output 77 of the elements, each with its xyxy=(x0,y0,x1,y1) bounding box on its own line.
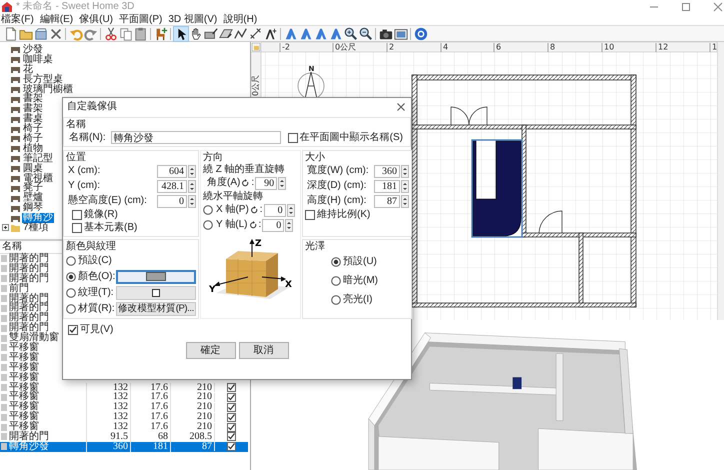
radio-label: 預設(U) xyxy=(343,256,377,268)
radio-label: Y 軸(L) xyxy=(216,219,248,231)
ruler-label: 0公尺 xyxy=(251,74,260,96)
table-cell-text: 開著的門 xyxy=(9,294,50,304)
table-cell-text: 開著的門 xyxy=(9,264,50,274)
checkbox-label: 維持比例(K) xyxy=(317,209,370,221)
group-title: 大小 xyxy=(305,152,326,163)
table-cell: 132 xyxy=(86,412,130,422)
table-cell: 17.6 xyxy=(130,422,170,432)
table-cell: 210 xyxy=(170,382,214,392)
axis-label: X xyxy=(284,280,292,290)
table-cell-text: 平移窗 xyxy=(9,382,40,392)
field-label: 名稱(N): xyxy=(69,132,106,144)
ruler-label: 4 xyxy=(443,42,448,52)
checkbox-label: 在平面圖中顯示名稱(S) xyxy=(300,132,404,144)
table-cell-text: 前門 xyxy=(9,284,30,294)
ruler-label: 8 xyxy=(550,42,556,52)
field-label: 角度(A) xyxy=(207,177,240,189)
table-cell-text: 開著的門 xyxy=(9,254,50,264)
checkbox-label: 基本元素(B) xyxy=(84,222,138,234)
table-cell: 87 xyxy=(170,442,214,452)
ruler-label: 6 xyxy=(496,42,502,52)
radio-label: 顏色(O): xyxy=(78,270,116,282)
checkbox-label: 可見(V) xyxy=(80,324,114,336)
ruler-label: 12 xyxy=(658,42,668,52)
field-label: 懸空高度(E) (cm): xyxy=(67,195,148,207)
table-cell: 132 xyxy=(86,402,130,412)
ruler-label: 10 xyxy=(604,42,614,52)
radio-label: 預設(C) xyxy=(78,254,113,266)
table-cell: 17.6 xyxy=(130,392,170,402)
table-cell: 210 xyxy=(170,412,214,422)
field-label: 深度(D) (cm): xyxy=(306,180,368,192)
table-cell: 210 xyxy=(170,392,214,402)
field-label: 高度(H) (cm): xyxy=(306,195,368,207)
table-cell: 360 xyxy=(86,442,130,452)
table-cell: 17.6 xyxy=(130,412,170,422)
table-cell: 132 xyxy=(86,422,130,432)
radio-label: 暗光(M) xyxy=(343,275,378,287)
window-title: * 未命名 - Sweet Home 3D xyxy=(16,1,134,13)
table-cell-text: 開著的門 xyxy=(9,274,50,284)
axis-label: Z xyxy=(254,239,262,249)
radio-label: 亮光(I) xyxy=(343,294,372,306)
group-title: 光澤 xyxy=(305,241,326,252)
field-label: Y (cm): xyxy=(67,180,102,192)
table-cell: 132 xyxy=(86,392,130,402)
field-label: : xyxy=(251,177,254,189)
field-label: : xyxy=(260,204,263,216)
field-label: 寬度(W) (cm): xyxy=(306,165,370,177)
group-title: 顏色與紋理 xyxy=(66,241,117,252)
axis-label: Y xyxy=(208,285,216,295)
field-label: : xyxy=(258,219,262,231)
dialog-title: 自定義傢俱 xyxy=(67,100,117,112)
table-cell-text: 平移窗 xyxy=(9,343,40,353)
group-title: 位置 xyxy=(66,152,87,163)
table-cell-text: 開著的門 xyxy=(9,432,50,442)
section-label: 繞水平軸旋轉 xyxy=(203,191,264,202)
radio-label: X 軸(P) xyxy=(216,204,249,216)
radio-label: 紋理(T): xyxy=(78,286,115,298)
table-cell: 17.6 xyxy=(130,382,170,392)
table-cell: 210 xyxy=(170,402,214,412)
ruler-label: -2 xyxy=(282,42,290,52)
radio-label: 材質(R): xyxy=(78,302,116,314)
field-label: X (cm): xyxy=(67,165,102,177)
table-cell-text: 平移窗 xyxy=(9,362,40,373)
ruler-label: 0公尺 xyxy=(335,42,356,52)
ruler-label: 1 xyxy=(712,42,717,52)
section-label: 繞 Z 軸的垂直旋轉 xyxy=(203,164,286,175)
table-cell: 132 xyxy=(86,382,130,392)
ruler-label: 2 xyxy=(389,42,394,52)
table-cell: 181 xyxy=(130,442,170,452)
table-cell-text: 平移窗 xyxy=(9,352,40,363)
group-title: 名稱 xyxy=(66,119,87,130)
checkbox-label: 鏡像(R) xyxy=(84,209,118,221)
table-cell: 210 xyxy=(170,422,214,432)
table-cell: 17.6 xyxy=(130,402,170,412)
table-cell-text: 平移窗 xyxy=(9,372,40,383)
group-title: 方向 xyxy=(203,152,224,163)
